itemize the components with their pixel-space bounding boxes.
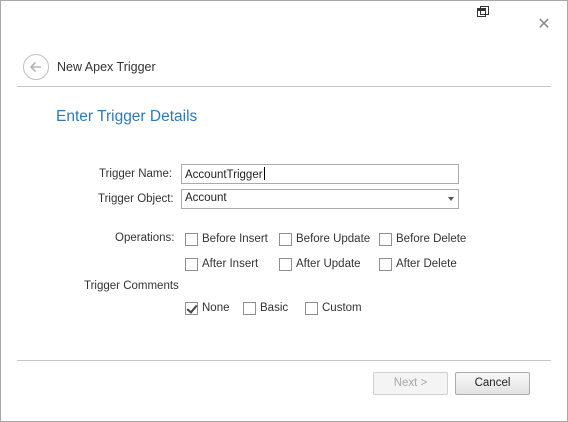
checkbox-box (185, 232, 198, 246)
cancel-button[interactable]: Cancel (455, 372, 530, 395)
footer-divider (17, 360, 551, 361)
checkbox-label: Custom (322, 302, 362, 314)
window-title: New Apex Trigger (57, 60, 156, 74)
checkbox-label: After Insert (202, 258, 259, 270)
checkbox-label: Basic (260, 302, 289, 314)
checkbox-label: Before Update (296, 233, 371, 245)
dialog-header: New Apex Trigger (17, 49, 551, 87)
back-button[interactable] (23, 54, 49, 80)
trigger-name-label: Trigger Name: (99, 168, 173, 180)
trigger-object-value: Account (185, 192, 227, 204)
trigger-name-input[interactable]: AccountTrigger (181, 164, 459, 184)
close-icon[interactable]: ✕ (536, 17, 552, 33)
checkbox-comments-basic[interactable]: Basic (243, 301, 288, 315)
checkbox-label: Before Insert (202, 233, 268, 245)
checkbox-after-delete[interactable]: After Delete (379, 257, 457, 271)
checkbox-before-delete[interactable]: Before Delete (379, 232, 466, 246)
trigger-comments-label: Trigger Comments (84, 280, 179, 292)
checkbox-before-insert[interactable]: Before Insert (185, 232, 268, 246)
section-title: Enter Trigger Details (56, 108, 198, 125)
checkbox-label: Before Delete (396, 233, 467, 245)
checkbox-comments-custom[interactable]: Custom (305, 301, 362, 315)
checkbox-before-update[interactable]: Before Update (279, 232, 370, 246)
operations-label: Operations: (115, 232, 175, 244)
checkbox-after-insert[interactable]: After Insert (185, 257, 258, 271)
checkbox-label: After Update (296, 258, 361, 270)
dialog-window: ✕ New Apex Trigger Enter Trigger Details… (0, 0, 568, 422)
checkbox-label: None (202, 302, 230, 314)
text-caret (263, 167, 265, 180)
checkbox-after-update[interactable]: After Update (279, 257, 361, 271)
trigger-name-value: AccountTrigger (185, 169, 263, 181)
checkbox-box (379, 257, 392, 271)
checkbox-box (279, 257, 292, 271)
chevron-down-icon (448, 197, 454, 201)
checkbox-comments-none[interactable]: None (185, 301, 230, 315)
checkbox-label: After Delete (396, 258, 457, 270)
arrow-left-icon (29, 61, 41, 73)
checkbox-box (379, 232, 392, 246)
checkbox-box (185, 301, 198, 315)
checkbox-box (185, 257, 198, 271)
restore-window-icon[interactable] (477, 6, 489, 18)
trigger-object-label: Trigger Object: (98, 193, 174, 205)
checkbox-box (279, 232, 292, 246)
next-button[interactable]: Next > (373, 372, 448, 395)
trigger-object-select[interactable]: Account (181, 189, 459, 209)
checkbox-box (305, 301, 318, 315)
checkbox-box (243, 301, 256, 315)
